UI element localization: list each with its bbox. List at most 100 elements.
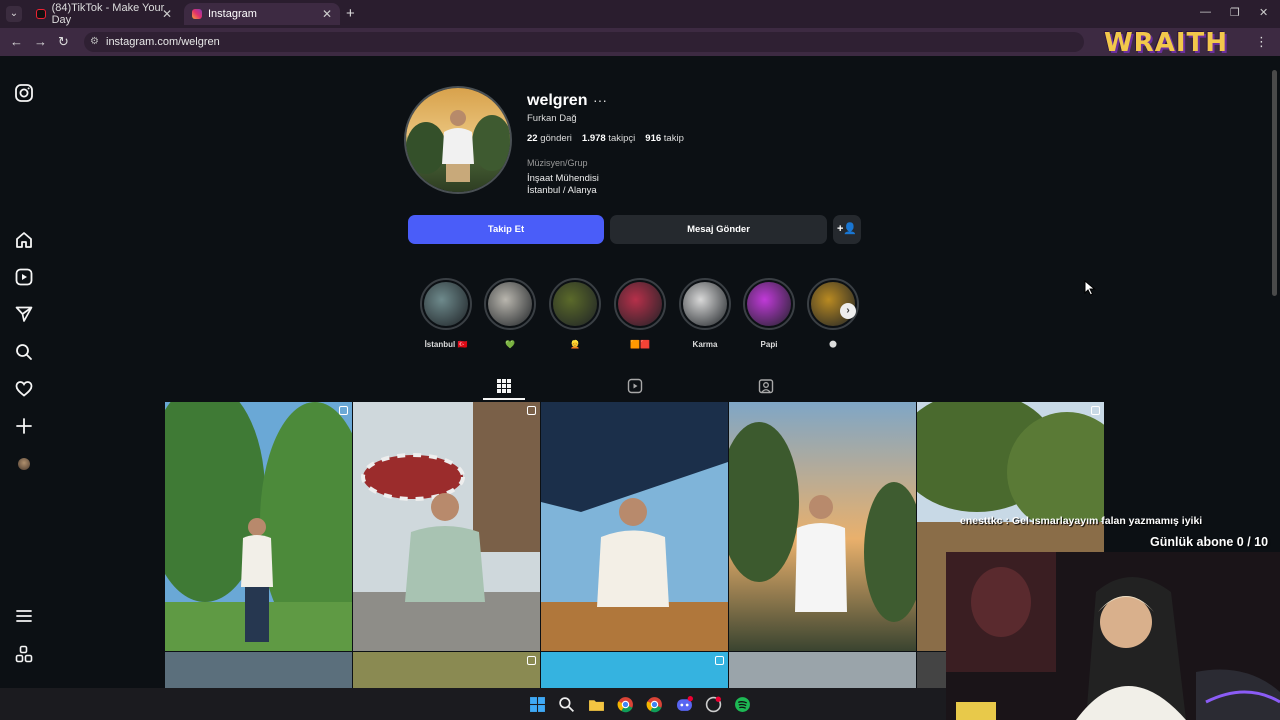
spotify-icon[interactable] (734, 696, 751, 713)
highlight-image (424, 282, 468, 326)
post-tile[interactable] (353, 652, 540, 688)
profile-bio-line: İnşaat Mühendisi (527, 173, 599, 184)
streamer-webcam (946, 552, 1280, 720)
menu-icon[interactable] (14, 606, 34, 626)
brand-logo: WRAITH (1104, 28, 1228, 58)
heart-icon[interactable] (14, 379, 34, 399)
site-info-icon[interactable]: ⚙ (90, 32, 99, 52)
more-options-icon[interactable]: ··· (593, 92, 607, 108)
highlight-cover (420, 278, 472, 330)
story-highlight[interactable]: Papi (743, 278, 795, 349)
reels-tab-icon[interactable] (627, 378, 643, 394)
message-button[interactable]: Mesaj Gönder (610, 215, 827, 244)
tab-search-button[interactable]: ⌄ (6, 6, 22, 22)
close-tab-icon[interactable]: ✕ (322, 7, 332, 21)
story-highlight[interactable]: İstanbul 🇹🇷 (420, 278, 472, 349)
highlight-label: 🌑 (828, 340, 838, 349)
send-icon[interactable] (14, 304, 34, 324)
tiktok-icon (36, 9, 46, 19)
follow-button[interactable]: Takip Et (408, 215, 604, 244)
windows-taskbar (0, 688, 946, 720)
instagram-logo-icon[interactable] (14, 83, 34, 103)
browser-titlebar: ⌄ (84)TikTok - Make Your Day ✕ Instagram… (0, 0, 1280, 28)
apps-icon[interactable] (14, 644, 34, 664)
restore-icon[interactable]: ❐ (1230, 6, 1240, 19)
profile-full-name: Furkan Dağ (527, 113, 577, 124)
tab-title: (84)TikTok - Make Your Day (51, 2, 165, 26)
carousel-icon (1091, 406, 1100, 415)
back-icon[interactable]: ← (10, 34, 23, 49)
carousel-icon (339, 406, 348, 415)
highlight-label: Karma (692, 340, 718, 349)
highlight-cover (484, 278, 536, 330)
browser-tab-instagram[interactable]: Instagram ✕ (184, 3, 340, 25)
address-toolbar: ← → ↻ ⚙ instagram.com/welgren ⋮ (0, 28, 1280, 56)
story-highlight[interactable]: 🟧🟥 (614, 278, 666, 349)
discord-icon[interactable] (676, 696, 693, 713)
chevron-right-icon[interactable]: › (840, 303, 856, 319)
highlight-label: 💚 (505, 340, 515, 349)
app-icon[interactable] (705, 696, 722, 713)
home-icon[interactable] (14, 230, 34, 250)
story-highlight[interactable]: 👱 (549, 278, 601, 349)
url-bar[interactable]: ⚙ instagram.com/welgren (84, 32, 1084, 52)
post-tile[interactable] (165, 402, 352, 651)
profile-category: Müzisyen/Grup (527, 158, 588, 168)
followers-stat[interactable]: 1.978 takipçi (582, 133, 635, 144)
highlight-image (618, 282, 662, 326)
highlight-cover (743, 278, 795, 330)
plus-icon[interactable] (14, 416, 34, 436)
forward-icon[interactable]: → (34, 34, 47, 49)
active-tab-indicator (483, 398, 525, 400)
profile-username: welgren (527, 92, 588, 109)
mouse-cursor (1084, 280, 1096, 296)
scrollbar-thumb[interactable] (1272, 70, 1277, 296)
file-explorer-icon[interactable] (588, 696, 605, 713)
post-tile[interactable] (353, 402, 540, 651)
reload-icon[interactable]: ↻ (58, 34, 69, 50)
highlight-label: 👱 (570, 340, 580, 349)
sub-goal-counter: Günlük abone 0 / 10 (1150, 535, 1269, 549)
close-tab-icon[interactable]: ✕ (162, 7, 172, 21)
windows-start-icon[interactable] (529, 696, 546, 713)
story-highlight[interactable]: Karma (679, 278, 731, 349)
grid-icon[interactable] (496, 378, 512, 394)
search-icon[interactable] (558, 696, 575, 713)
instagram-icon (192, 9, 202, 19)
story-highlight[interactable]: 💚 (484, 278, 536, 349)
highlight-cover (679, 278, 731, 330)
post-tile[interactable] (541, 652, 728, 688)
carousel-icon (527, 656, 536, 665)
post-tile[interactable] (729, 402, 916, 651)
highlight-cover (614, 278, 666, 330)
stream-chat-message: enesttkc : Gel ısmarlayayım falan yazmam… (960, 515, 1203, 527)
post-tile[interactable] (917, 652, 946, 688)
profile-avatar[interactable] (18, 458, 30, 470)
instagram-sidebar (0, 56, 48, 688)
minimize-icon[interactable]: — (1200, 6, 1211, 18)
browser-menu-icon[interactable]: ⋮ (1255, 34, 1268, 50)
chrome-icon[interactable] (617, 696, 634, 713)
post-tile[interactable] (165, 652, 352, 688)
reels-icon[interactable] (14, 267, 34, 287)
profile-picture[interactable] (404, 86, 512, 194)
posts-stat: 22 gönderi (527, 133, 572, 144)
highlight-label: Papi (760, 340, 778, 349)
highlight-image (747, 282, 791, 326)
following-stat[interactable]: 916 takip (645, 133, 684, 144)
post-tile[interactable] (729, 652, 916, 688)
browser-tab-tiktok[interactable]: (84)TikTok - Make Your Day ✕ (28, 2, 180, 26)
chrome-icon[interactable] (646, 696, 663, 713)
suggest-users-button[interactable]: +👤 (833, 215, 861, 244)
url-text: instagram.com/welgren (106, 36, 220, 48)
profile-stats: 22 gönderi 1.978 takipçi 916 takip (527, 133, 684, 144)
carousel-icon (527, 406, 536, 415)
add-user-icon: +👤 (836, 223, 858, 235)
close-window-icon[interactable]: ✕ (1259, 6, 1268, 19)
search-icon[interactable] (14, 342, 34, 362)
tagged-icon[interactable] (758, 378, 774, 394)
highlight-image (553, 282, 597, 326)
post-tile[interactable] (541, 402, 728, 651)
highlight-cover (549, 278, 601, 330)
new-tab-button[interactable]: + (346, 5, 355, 22)
